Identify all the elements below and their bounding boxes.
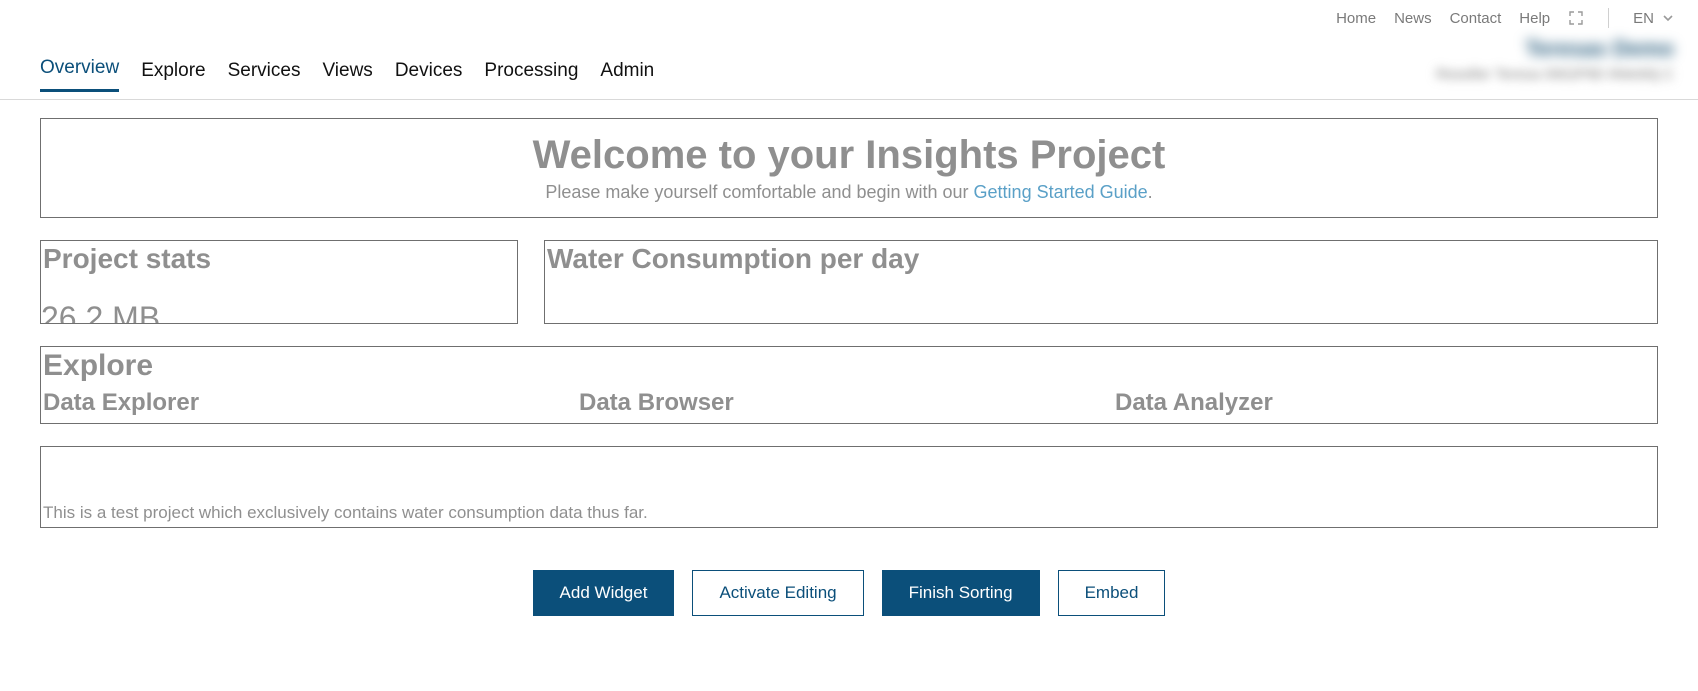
explore-title: Explore (43, 349, 1651, 383)
chevron-down-icon (1662, 12, 1674, 24)
project-stats-title: Project stats (43, 243, 511, 275)
tab-views[interactable]: Views (322, 52, 372, 92)
topnav-help[interactable]: Help (1519, 10, 1550, 27)
project-stats-widget: Project stats 26.2 MB (40, 240, 518, 324)
tab-devices[interactable]: Devices (395, 52, 463, 92)
language-selector[interactable]: EN (1633, 10, 1674, 27)
welcome-subtitle: Please make yourself comfortable and beg… (51, 182, 1647, 203)
topbar: Home News Contact Help EN (0, 0, 1698, 32)
explore-col-data-browser[interactable]: Data Browser (579, 389, 1115, 417)
tab-overview[interactable]: Overview (40, 49, 119, 92)
language-label: EN (1633, 10, 1654, 27)
water-consumption-widget: Water Consumption per day (544, 240, 1658, 324)
topnav-contact[interactable]: Contact (1450, 10, 1502, 27)
welcome-subtitle-prefix: Please make yourself comfortable and beg… (545, 182, 973, 202)
welcome-title: Welcome to your Insights Project (51, 133, 1647, 178)
finish-sorting-button[interactable]: Finish Sorting (882, 570, 1040, 616)
note-text: This is a test project which exclusively… (43, 503, 648, 523)
topnav-home[interactable]: Home (1336, 10, 1376, 27)
welcome-subtitle-suffix: . (1148, 182, 1153, 202)
topnav-news[interactable]: News (1394, 10, 1432, 27)
button-row: Add Widget Activate Editing Finish Sorti… (40, 570, 1658, 616)
project-stats-value: 26.2 MB (41, 300, 160, 324)
water-consumption-title: Water Consumption per day (547, 243, 1651, 275)
getting-started-link[interactable]: Getting Started Guide (974, 182, 1148, 202)
content: Welcome to your Insights Project Please … (0, 100, 1698, 644)
embed-button[interactable]: Embed (1058, 570, 1166, 616)
activate-editing-button[interactable]: Activate Editing (692, 570, 863, 616)
tab-explore[interactable]: Explore (141, 52, 205, 92)
welcome-widget: Welcome to your Insights Project Please … (40, 118, 1658, 218)
user-secondary: Reseller Teresa 0902P80 9We60j C (1436, 66, 1674, 83)
tab-processing[interactable]: Processing (484, 52, 578, 92)
topbar-divider (1608, 8, 1609, 28)
tab-admin[interactable]: Admin (600, 52, 654, 92)
main-tabs: Overview Explore Services Views Devices … (40, 49, 654, 100)
fullscreen-icon[interactable] (1568, 10, 1584, 26)
user-primary: Teresas Demo (1525, 36, 1674, 62)
explore-widget: Explore Data Explorer Data Browser Data … (40, 346, 1658, 424)
tab-services[interactable]: Services (228, 52, 301, 92)
add-widget-button[interactable]: Add Widget (533, 570, 675, 616)
note-widget: This is a test project which exclusively… (40, 446, 1658, 528)
explore-col-data-explorer[interactable]: Data Explorer (43, 389, 579, 417)
explore-col-data-analyzer[interactable]: Data Analyzer (1115, 389, 1651, 417)
